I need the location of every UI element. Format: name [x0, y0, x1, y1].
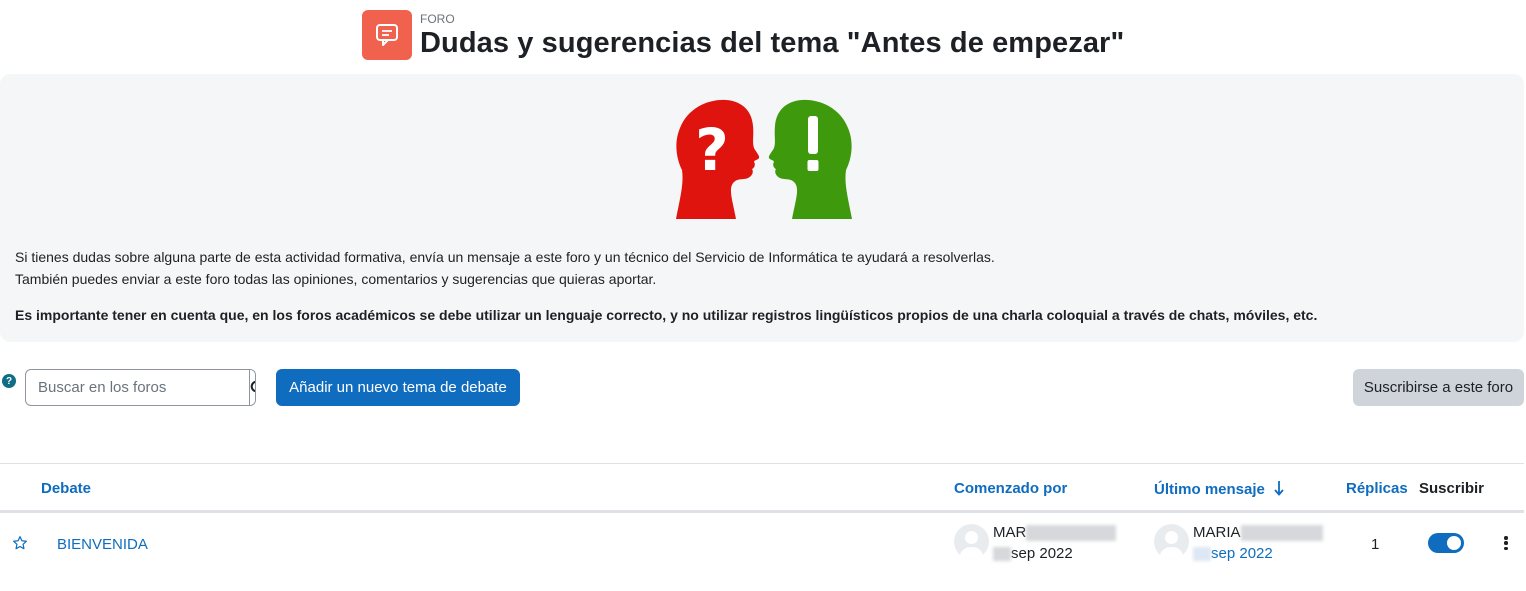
column-header-subscribe: Suscribir — [1419, 480, 1485, 497]
search-input[interactable] — [26, 370, 249, 405]
column-header-last-post[interactable]: Último mensaje — [1154, 480, 1285, 498]
avatar[interactable] — [1154, 524, 1189, 559]
activity-type-label: FORO — [420, 12, 455, 26]
replies-count[interactable]: 1 — [1371, 536, 1379, 553]
subscribe-forum-button[interactable]: Suscribirse a este foro — [1353, 369, 1524, 406]
intro-important-note: Es importante tener en cuenta que, en lo… — [15, 307, 1318, 323]
column-header-started-by[interactable]: Comenzado por — [954, 480, 1067, 497]
column-header-debate[interactable]: Debate — [41, 480, 91, 497]
intro-line-2: También puedes enviar a este foro todas … — [15, 271, 657, 287]
page-header: FORO Dudas y sugerencias del tema "Antes… — [362, 10, 1124, 60]
avatar[interactable] — [954, 524, 989, 559]
last-post-author[interactable]: MARIA — [1193, 524, 1323, 542]
table-divider — [0, 463, 1524, 464]
forum-search — [25, 369, 256, 406]
search-button[interactable] — [249, 370, 255, 405]
question-circle-icon[interactable]: ? — [2, 374, 16, 388]
started-by-name[interactable]: MAR — [993, 524, 1117, 542]
started-by-date: sep 2022 — [993, 545, 1073, 562]
toggle-knob — [1447, 536, 1461, 550]
svg-text:?: ? — [695, 116, 729, 184]
last-post-date-link[interactable]: sep 2022 — [1193, 545, 1273, 562]
arrow-down-icon — [1274, 481, 1284, 496]
forum-icon — [362, 10, 412, 60]
discussion-title-link[interactable]: BIENVENIDA — [57, 536, 148, 553]
table-header-divider — [0, 510, 1524, 513]
star-outline-icon — [13, 536, 27, 550]
column-header-last-post-label: Último mensaje — [1154, 481, 1265, 498]
heads-illustration: ? — [676, 99, 852, 219]
forum-intro: ? Si tienes dudas sobre alguna parte de … — [0, 74, 1524, 342]
column-header-replies[interactable]: Réplicas — [1346, 480, 1408, 497]
intro-paragraph: Si tienes dudas sobre alguna parte de es… — [15, 246, 995, 290]
star-discussion-button[interactable] — [12, 535, 28, 556]
add-discussion-button[interactable]: Añadir un nuevo tema de debate — [276, 369, 520, 406]
kebab-menu-icon[interactable] — [1502, 535, 1510, 551]
intro-line-1: Si tienes dudas sobre alguna parte de es… — [15, 249, 995, 265]
search-icon — [250, 380, 255, 392]
page-title: Dudas y sugerencias del tema "Antes de e… — [420, 27, 1125, 59]
subscribe-toggle[interactable] — [1428, 533, 1464, 553]
